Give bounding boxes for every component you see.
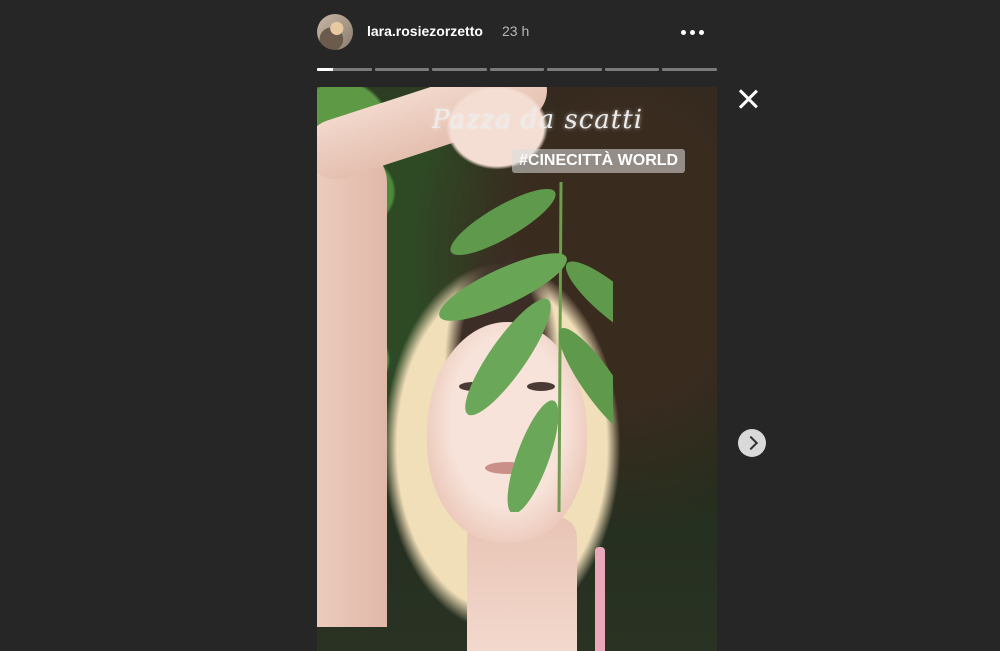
progress-segment	[547, 68, 602, 71]
arm	[317, 147, 387, 627]
progress-segment	[374, 68, 430, 71]
story-text-sticker: Pazza da scatti	[432, 105, 644, 135]
story-header: lara.rosiezorzetto 23 h	[317, 14, 717, 54]
post-time: 23 h	[502, 23, 530, 39]
strap	[595, 547, 605, 651]
progress-segment	[317, 68, 372, 71]
progress-segment	[432, 68, 487, 71]
username-link[interactable]: lara.rosiezorzetto	[367, 23, 483, 39]
next-story-button[interactable]	[738, 429, 766, 457]
avatar[interactable]	[317, 14, 353, 50]
progress-segment	[604, 68, 660, 71]
close-icon[interactable]	[736, 87, 760, 111]
more-options-icon[interactable]	[681, 16, 709, 46]
hashtag-sticker[interactable]: #CINECITTÀ WORLD	[512, 149, 686, 173]
progress-fill	[317, 68, 334, 71]
leaf-branch	[439, 182, 613, 512]
story-progress-bar	[317, 68, 718, 71]
progress-segment	[489, 68, 545, 71]
progress-segment	[662, 68, 718, 71]
story-media[interactable]: Pazza da scatti #CINECITTÀ WORLD	[317, 87, 717, 651]
